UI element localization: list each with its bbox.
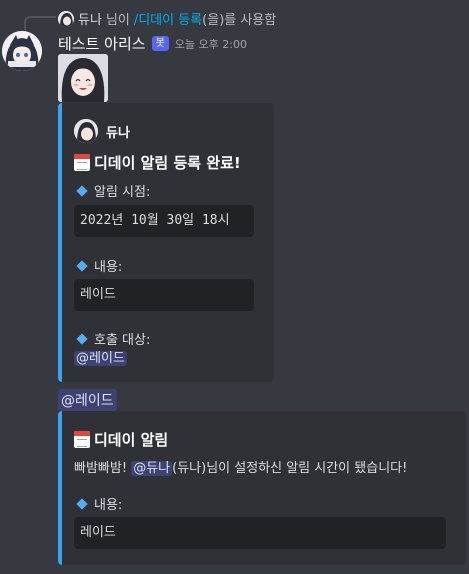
embed-title-text: 디데이 알림 [94, 431, 169, 449]
alert-embed: 디데이 알림 빠밤빠밤! @듀나 (듀나)님이 설정하신 알림 시간이 됐습니다!… [58, 411, 466, 565]
calendar-icon [74, 154, 90, 171]
role-mention[interactable]: @레이드 [58, 389, 117, 411]
blue-diamond-icon [76, 184, 88, 197]
field-value-time: 2022년 10월 30일 18시 [74, 205, 254, 237]
description-text: (듀나)님이 설정하신 알림 시간이 됐습니다! [172, 461, 408, 476]
role-mention[interactable]: @레이드 [74, 351, 127, 366]
registration-embed: 듀나 디데이 알림 등록 완료! 알림 시점: 2022년 10월 30일 18… [58, 103, 274, 382]
user-mention[interactable]: @듀나 [131, 461, 173, 476]
author-name[interactable]: 테스트 아리스 [58, 33, 146, 54]
description-text: 빠밤빠밤! [74, 461, 128, 476]
field-value-content: 레이드 [74, 279, 254, 311]
field-label: 알림 시점: [94, 185, 151, 200]
field-name-time: 알림 시점: [76, 181, 151, 200]
reply-user-name[interactable]: 듀나 [78, 9, 102, 28]
field-label: 내용: [94, 260, 123, 275]
embed-author: 듀나 [74, 119, 130, 143]
bot-badge: 봇 [151, 36, 169, 51]
blue-diamond-icon [76, 497, 88, 510]
field-name-target: 호출 대상: [76, 329, 151, 348]
reply-command[interactable]: /디데이 등록 [134, 9, 202, 28]
field-name-content: 내용: [76, 256, 123, 275]
sticker-image[interactable] [58, 54, 108, 102]
embed-title: 디데이 알림 [74, 429, 168, 450]
reply-user-avatar[interactable] [58, 10, 74, 27]
field-value-target: @레이드 [74, 347, 127, 366]
field-name-content: 내용: [76, 494, 123, 513]
embed-author-avatar[interactable] [74, 119, 98, 143]
reply-tail: (을)를 사용함 [202, 13, 277, 28]
embed-title: 디데이 알림 등록 완료! [74, 152, 241, 173]
reply-suffix: 님이 [105, 13, 130, 28]
message-header: 테스트 아리스 봇 오늘 오후 2:00 [58, 33, 247, 54]
field-label: 내용: [94, 498, 123, 513]
reply-connector [24, 16, 56, 30]
blue-diamond-icon [76, 332, 88, 345]
reply-context[interactable]: 듀나 님이 /디데이 등록 (을)를 사용함 [58, 9, 276, 28]
field-label: 호출 대상: [94, 333, 151, 348]
embed-author-name[interactable]: 듀나 [106, 122, 130, 141]
blue-diamond-icon [76, 259, 88, 272]
bot-avatar[interactable] [2, 31, 42, 71]
embed-title-text: 디데이 알림 등록 완료! [94, 154, 241, 172]
message-timestamp[interactable]: 오늘 오후 2:00 [175, 36, 247, 52]
calendar-icon [74, 431, 90, 448]
field-value-content: 레이드 [74, 517, 446, 549]
embed-description: 빠밤빠밤! @듀나 (듀나)님이 설정하신 알림 시간이 됐습니다! [74, 457, 407, 476]
